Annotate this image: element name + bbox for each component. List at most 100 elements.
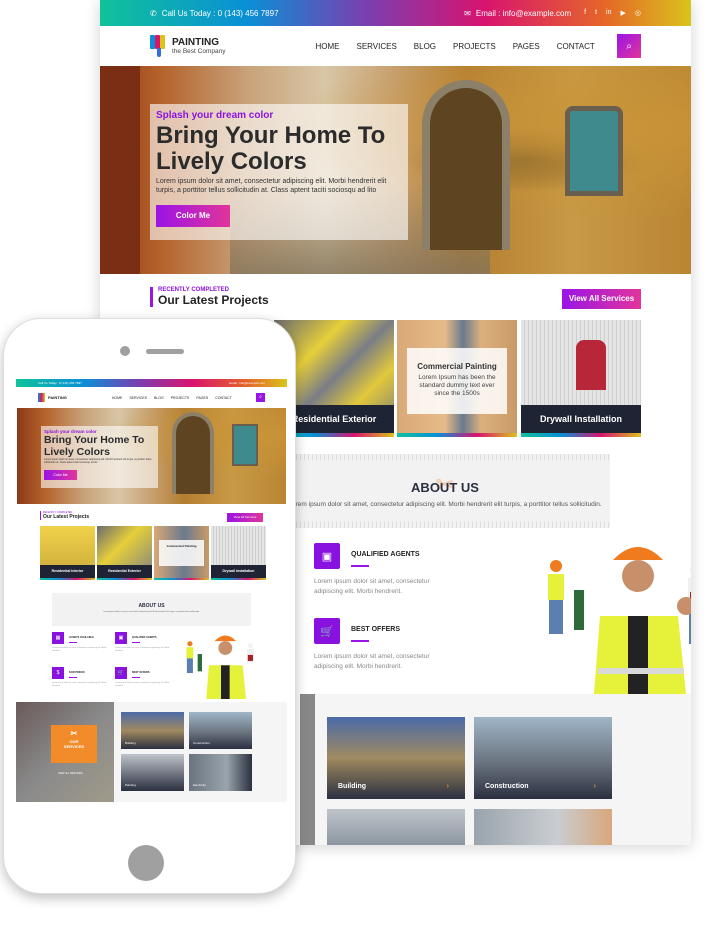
- service-tile-construction[interactable]: Construction ›: [474, 717, 612, 799]
- mobile-top-bar: Call Us Today : 0 (143) 456 7897 Email :…: [16, 379, 287, 387]
- service-label: Construction: [485, 783, 529, 790]
- ruler-decoration: [280, 522, 610, 528]
- mobile-project-card[interactable]: Drywall Installation: [211, 526, 266, 580]
- phone-mockup: Call Us Today : 0 (143) 456 7897 Email :…: [3, 318, 296, 894]
- mobile-about-band: ABOUT US Lorem ipsum dolor sit amet, con…: [52, 593, 251, 626]
- mobile-nav-pages[interactable]: PAGES: [196, 396, 208, 400]
- mobile-project-card[interactable]: Residential Interior: [40, 526, 95, 580]
- linkedin-icon[interactable]: in: [606, 9, 611, 17]
- projects-title: Our Latest Projects: [158, 293, 269, 307]
- rainbow-bar: [97, 578, 152, 580]
- mobile-projects-heading: RECENTLY COMPLETED Our Latest Projects: [40, 511, 89, 520]
- mobile-service-tile-building[interactable]: Building: [121, 712, 184, 749]
- mobile-service-tile-electricity[interactable]: Electricity: [189, 754, 252, 791]
- projects-heading: RECENTLY COMPLETED Our Latest Projects: [150, 287, 269, 307]
- mobile-hero-title-line-2: Lively Colors: [44, 446, 110, 458]
- mobile-phone-contact[interactable]: Call Us Today : 0 (143) 456 7897: [38, 381, 82, 385]
- mobile-projects-title: Our Latest Projects: [43, 514, 90, 520]
- project-card[interactable]: Commercial Painting Lorem Ipsum has been…: [397, 320, 517, 437]
- worker-figure: [576, 340, 606, 390]
- mobile-nav-projects[interactable]: PROJECTS: [171, 396, 190, 400]
- twitter-icon[interactable]: t: [595, 9, 597, 17]
- mobile-nav-blog[interactable]: BLOG: [154, 396, 164, 400]
- dollar-icon: $: [52, 667, 64, 679]
- mobile-view-all-services-link[interactable]: VIEW ALL SERVICES: [58, 772, 83, 775]
- briefcase-icon: ▣: [314, 543, 340, 569]
- hero-image-shutter: [565, 106, 623, 196]
- mobile-color-me-button[interactable]: Color Me: [44, 470, 77, 480]
- youtube-icon[interactable]: ▶: [621, 9, 626, 17]
- rainbow-bar: [397, 433, 517, 437]
- mobile-logo-icon[interactable]: [38, 393, 45, 402]
- mobile-brand-name: PAINTING: [48, 395, 67, 400]
- mobile-hero-description: Lorem ipsum dolor sit amet, consectetur …: [44, 458, 152, 464]
- nav-item-home[interactable]: HOME: [315, 42, 339, 51]
- email-contact[interactable]: Email : info@example.com: [476, 9, 571, 18]
- mobile-workers-photo: [186, 635, 254, 699]
- hero-description: Lorem ipsum dolor sit amet, consectetur …: [156, 178, 387, 194]
- mobile-feature-text: Lorem ipsum dolor sit amet, consectetur …: [115, 647, 170, 652]
- mobile-service-label: Construction: [193, 741, 210, 745]
- workers-photo: [548, 547, 691, 694]
- nav-item-pages[interactable]: PAGES: [513, 42, 540, 51]
- service-tile-electricity[interactable]: [474, 809, 612, 845]
- mobile-nav-home[interactable]: HOME: [112, 396, 123, 400]
- project-label: Drywall Installation: [521, 405, 641, 433]
- hero-image-arch: [422, 80, 510, 250]
- rainbow-bar: [211, 578, 266, 580]
- service-tile-painting[interactable]: [327, 809, 465, 845]
- nav-item-blog[interactable]: BLOG: [414, 42, 436, 51]
- mobile-feature-name: ALWAYS AVAILABLE: [69, 636, 94, 639]
- instagram-icon[interactable]: ◎: [635, 9, 641, 17]
- mobile-email-contact[interactable]: Email : info@example.com: [229, 381, 265, 385]
- mobile-project-card[interactable]: Commercial Painting: [154, 526, 209, 580]
- project-card[interactable]: Drywall Installation: [521, 320, 641, 437]
- mobile-feature-qualified-agents: ▣ QUALIFIED AGENTS Lorem ipsum dolor sit…: [115, 632, 175, 653]
- mobile-search-icon[interactable]: ⌕: [256, 393, 265, 402]
- mobile-service-tile-painting[interactable]: Painting: [121, 754, 184, 791]
- mobile-about-title: ABOUT US: [138, 603, 165, 609]
- phone-contact[interactable]: Call Us Today : 0 (143) 456 7897: [162, 9, 279, 18]
- search-button[interactable]: ⌕: [617, 34, 641, 58]
- feature-text: Lorem ipsum dolor sit amet, consectetur …: [314, 578, 430, 595]
- tools-icon: ✂: [70, 729, 78, 738]
- mobile-feature-fair-prices: $ FAIR PRICES Lorem ipsum dolor sit amet…: [52, 667, 112, 688]
- foreground-worker: [574, 547, 691, 694]
- ruler-decoration: [280, 454, 610, 460]
- mobile-feature-always-available: ▦ ALWAYS AVAILABLE Lorem ipsum dolor sit…: [52, 632, 112, 653]
- about-title: ABOUT US: [411, 480, 479, 495]
- home-button[interactable]: [128, 845, 164, 881]
- mobile-hero-title-line-1: Bring Your Home To: [44, 434, 145, 446]
- mobile-view-all-button[interactable]: View All Services: [227, 513, 263, 522]
- mobile-service-tile-construction[interactable]: Construction: [189, 712, 252, 749]
- nav-item-projects[interactable]: PROJECTS: [453, 42, 496, 51]
- feature-underline: [132, 677, 140, 678]
- color-me-button[interactable]: Color Me: [156, 205, 230, 227]
- mobile-nav-contact[interactable]: CONTACT: [215, 396, 232, 400]
- mobile-feature-name: QUALIFIED AGENTS: [132, 636, 157, 639]
- mobile-project-label: Residential Exterior: [97, 565, 152, 578]
- nav-item-contact[interactable]: CONTACT: [557, 42, 595, 51]
- briefcase-icon: ▣: [115, 632, 127, 644]
- rainbow-bar: [521, 433, 641, 437]
- mobile-project-label: Residential Interior: [40, 565, 95, 578]
- view-all-services-button[interactable]: View All Services: [562, 289, 641, 309]
- hero-title-line-1: Bring Your Home To: [156, 122, 386, 149]
- mobile-hero-card: Splash your dream color Bring Your Home …: [41, 426, 158, 488]
- feature-underline: [132, 642, 140, 643]
- mobile-navbar: PAINTING HOME SERVICES BLOG PROJECTS PAG…: [16, 387, 287, 408]
- mobile-nav-services[interactable]: SERVICES: [129, 396, 147, 400]
- about-title-wrap: ✂ ABOUT US: [280, 472, 610, 497]
- brand-logo[interactable]: PAINTING the Best Company: [150, 35, 225, 57]
- nav-item-services[interactable]: SERVICES: [356, 42, 396, 51]
- phone-screen: Call Us Today : 0 (143) 456 7897 Email :…: [16, 379, 287, 804]
- chevron-right-icon: ›: [446, 783, 449, 790]
- calendar-icon: ▦: [52, 632, 64, 644]
- mobile-project-card[interactable]: Residential Exterior: [97, 526, 152, 580]
- service-tile-building[interactable]: Building ›: [327, 717, 465, 799]
- mobile-service-label: Electricity: [193, 783, 206, 787]
- facebook-icon[interactable]: f: [584, 9, 586, 17]
- feature-name: QUALIFIED AGENTS: [351, 551, 420, 558]
- camera-icon: [120, 346, 130, 356]
- project-hover-overlay: Commercial Painting Lorem Ipsum has been…: [407, 348, 507, 414]
